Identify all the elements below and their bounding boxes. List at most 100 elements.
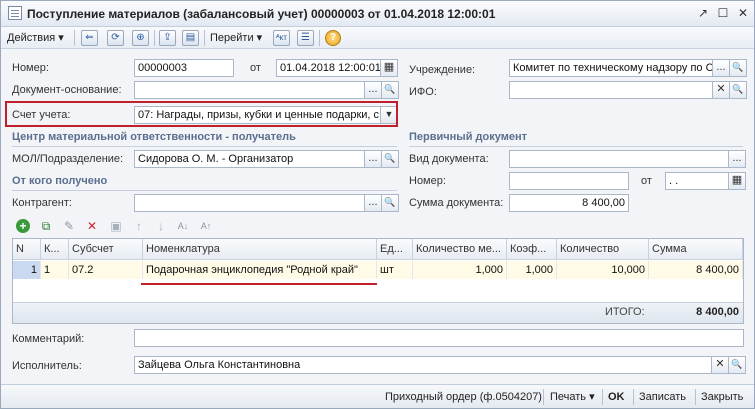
- column-header[interactable]: Количество ме...: [413, 239, 507, 260]
- select-basis-button[interactable]: ...: [364, 81, 382, 99]
- mol-field[interactable]: Сидорова О. М. - Организатор: [134, 150, 365, 168]
- add-copy-icon[interactable]: ⊕: [132, 30, 149, 46]
- column-header[interactable]: Субсчет: [69, 239, 143, 260]
- chevron-down-icon: ▾: [58, 32, 64, 44]
- help-icon[interactable]: ?: [325, 30, 341, 46]
- pin-icon[interactable]: ↗: [695, 6, 711, 20]
- doc-type-field[interactable]: [509, 150, 729, 168]
- column-header[interactable]: Коэф...: [507, 239, 557, 260]
- column-header[interactable]: Количество: [557, 239, 649, 260]
- number-field[interactable]: 00000003: [134, 59, 234, 77]
- table-cell[interactable]: 07.2: [69, 261, 143, 279]
- toolbar-divider: [543, 389, 544, 405]
- sort-desc-icon[interactable]: A↑: [199, 219, 213, 233]
- journal-icon[interactable]: ▤: [182, 30, 199, 46]
- document-window: Поступление материалов (забалансовый уче…: [0, 0, 755, 409]
- chevron-down-icon: ▾: [589, 391, 595, 403]
- institution-field[interactable]: Комитет по техническому надзору по С: [509, 59, 713, 77]
- title-bar: Поступление материалов (забалансовый уче…: [1, 1, 754, 27]
- materials-table: N К... Субсчет Номенклатура Ед... Количе…: [12, 238, 744, 324]
- window-title: Поступление материалов (забалансовый уче…: [27, 7, 496, 21]
- column-header[interactable]: К...: [41, 239, 69, 260]
- clear-executor-icon[interactable]: ✕: [711, 356, 729, 374]
- goto-menu[interactable]: Перейти ▾: [210, 30, 262, 46]
- chevron-down-icon: ▾: [256, 32, 263, 44]
- doc-date-field[interactable]: . .: [665, 172, 729, 190]
- ifo-field[interactable]: [509, 81, 713, 99]
- date-field[interactable]: 01.04.2018 12:00:01: [276, 59, 381, 77]
- refresh-icon[interactable]: ⟳: [107, 30, 124, 46]
- edit-row-icon[interactable]: ✎: [62, 219, 76, 233]
- executor-field[interactable]: Зайцева Ольга Константиновна: [134, 356, 712, 374]
- search-icon[interactable]: 🔍: [381, 150, 399, 168]
- table-cell[interactable]: 1: [41, 261, 69, 279]
- table-cell[interactable]: 1,000: [413, 261, 507, 279]
- dt-kt-icon[interactable]: ᴬкт: [273, 30, 290, 46]
- counterparty-field[interactable]: [134, 194, 365, 212]
- table-cell[interactable]: 1,000: [507, 261, 557, 279]
- doc-number-label: Номер:: [409, 175, 446, 187]
- search-icon[interactable]: 🔍: [729, 81, 747, 99]
- move-up-icon[interactable]: ↑: [132, 219, 146, 233]
- column-header[interactable]: Ед...: [377, 239, 413, 260]
- calendar-icon[interactable]: ▦: [380, 59, 398, 77]
- receipt-order-button[interactable]: Приходный ордер (ф.0504207): [385, 389, 542, 405]
- table-cell[interactable]: 1: [13, 261, 41, 279]
- select-doc-type-button[interactable]: ...: [728, 150, 746, 168]
- column-header[interactable]: Номенклатура: [143, 239, 377, 260]
- table-total-bar: ИТОГО: 8 400,00: [13, 302, 743, 323]
- column-header[interactable]: N: [13, 239, 41, 260]
- select-counterparty-button[interactable]: ...: [364, 194, 382, 212]
- search-icon[interactable]: 🔍: [381, 194, 399, 212]
- basis-document-field[interactable]: [134, 81, 365, 99]
- clear-ifo-icon[interactable]: ✕: [712, 81, 730, 99]
- total-label: ИТОГО:: [605, 306, 645, 318]
- copy-row-icon[interactable]: ⧉: [39, 219, 53, 233]
- sort-asc-icon[interactable]: A↓: [176, 219, 190, 233]
- doc-type-label: Вид документа:: [409, 153, 489, 165]
- toolbar-divider: [319, 30, 320, 46]
- end-edit-icon[interactable]: ▣: [109, 219, 123, 233]
- table-cell[interactable]: Подарочная энциклопедия "Родной край": [143, 261, 377, 279]
- back-icon[interactable]: ⇐: [81, 30, 98, 46]
- ok-button[interactable]: OK: [608, 389, 625, 405]
- toolbar-divider: [695, 389, 696, 405]
- actions-menu[interactable]: Действия ▾: [7, 30, 64, 46]
- section-divider: [12, 146, 397, 147]
- print-menu[interactable]: Печать ▾: [550, 389, 595, 405]
- number-label: Номер:: [12, 62, 49, 74]
- counterparty-label: Контрагент:: [12, 197, 72, 209]
- doc-number-field[interactable]: [509, 172, 629, 190]
- post-document-icon[interactable]: ⇪: [159, 30, 176, 46]
- save-button[interactable]: Записать: [639, 389, 686, 405]
- search-icon[interactable]: 🔍: [728, 356, 746, 374]
- delete-row-icon[interactable]: ✕: [85, 219, 99, 233]
- select-mol-button[interactable]: ...: [364, 150, 382, 168]
- calendar-icon[interactable]: ▦: [728, 172, 746, 190]
- section-divider: [409, 146, 743, 147]
- from-who-section-title: От кого получено: [12, 175, 108, 187]
- table-cell[interactable]: шт: [377, 261, 413, 279]
- table-cell[interactable]: 8 400,00: [649, 261, 743, 279]
- doc-sum-label: Сумма документа:: [409, 197, 504, 209]
- column-header[interactable]: Сумма: [649, 239, 743, 260]
- toolbar-divider: [74, 30, 75, 46]
- move-down-icon[interactable]: ↓: [154, 219, 168, 233]
- report-icon[interactable]: ☰: [297, 30, 314, 46]
- toolbar-divider: [154, 30, 155, 46]
- select-institution-button[interactable]: ...: [712, 59, 730, 77]
- mol-label: МОЛ/Подразделение:: [12, 153, 124, 165]
- doc-sum-field[interactable]: 8 400,00: [509, 194, 629, 212]
- add-row-icon[interactable]: +: [16, 219, 30, 233]
- date-from-label: от: [250, 62, 261, 74]
- search-icon[interactable]: 🔍: [381, 81, 399, 99]
- primary-document-section-title: Первичный документ: [409, 131, 527, 143]
- search-icon[interactable]: 🔍: [729, 59, 747, 77]
- close-button[interactable]: Закрыть: [701, 389, 743, 405]
- close-icon[interactable]: ✕: [735, 6, 751, 20]
- maximize-icon[interactable]: ☐: [715, 6, 731, 20]
- table-cell[interactable]: 10,000: [557, 261, 649, 279]
- comment-field[interactable]: [134, 329, 744, 347]
- bottom-command-bar: Приходный ордер (ф.0504207) Печать ▾ OK …: [1, 384, 754, 408]
- actions-label: Действия: [7, 32, 56, 44]
